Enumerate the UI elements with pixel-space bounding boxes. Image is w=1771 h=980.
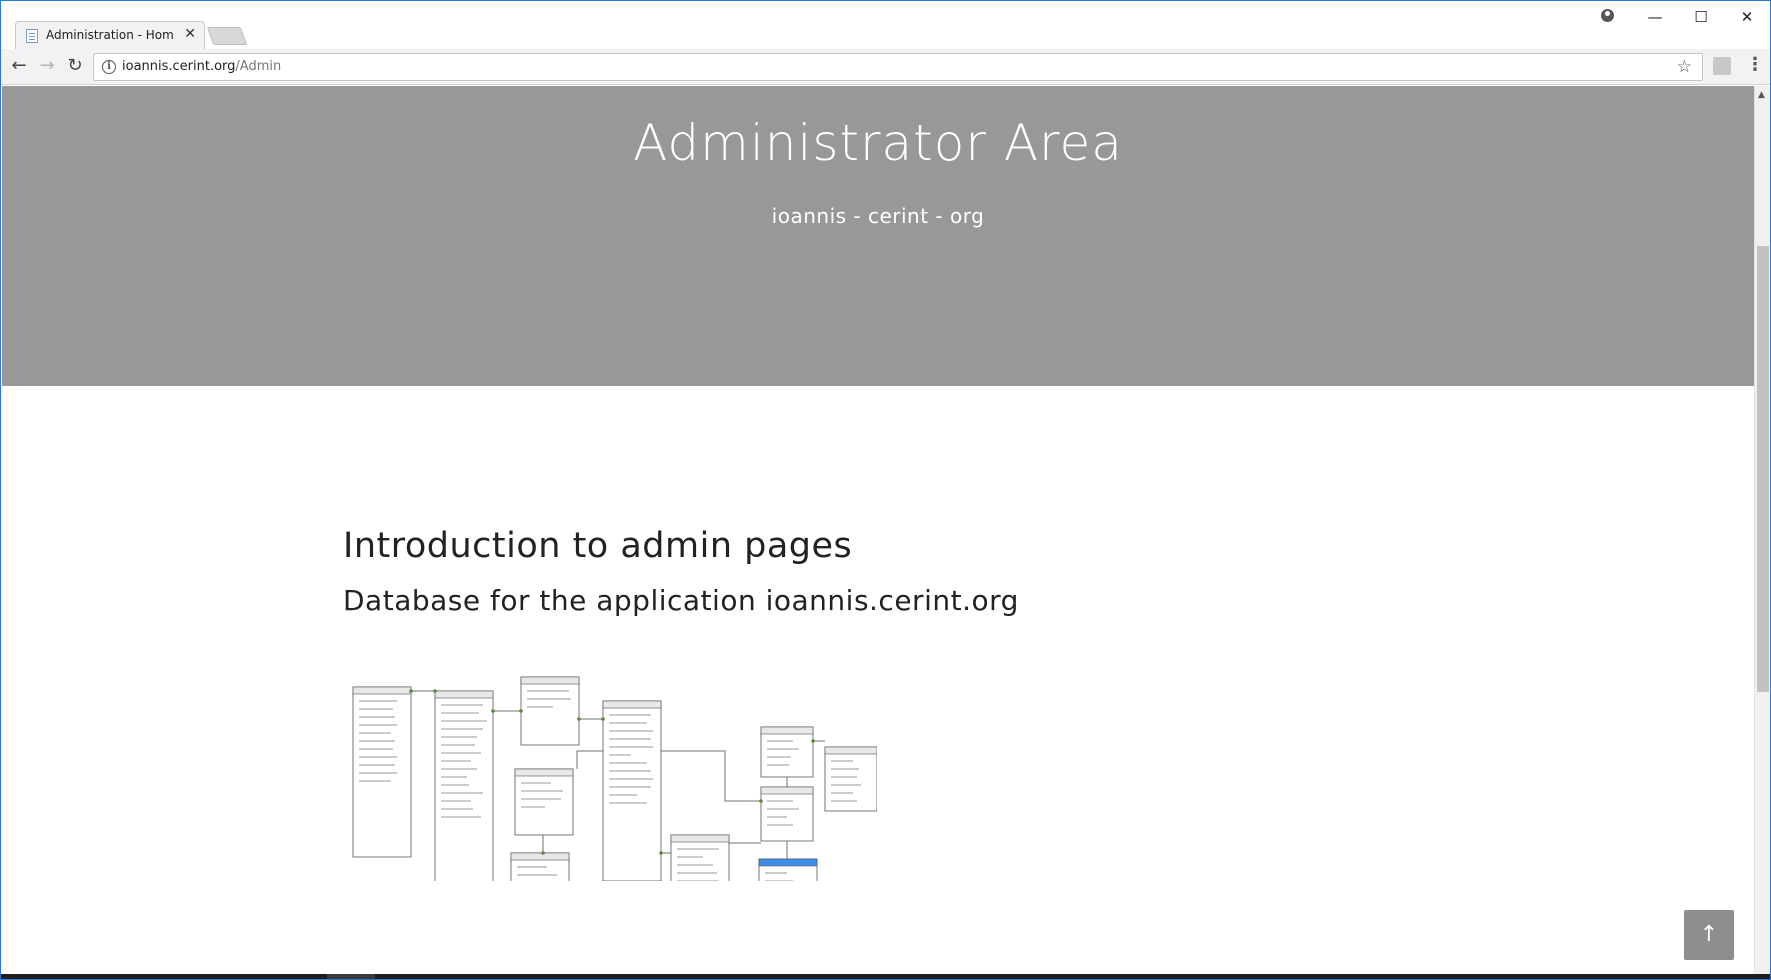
page-icon bbox=[26, 29, 38, 43]
profile-icon[interactable] bbox=[1601, 9, 1614, 22]
url-text[interactable]: ioannis.cerint.org/Admin bbox=[122, 59, 281, 74]
db-table bbox=[760, 726, 814, 778]
db-table bbox=[514, 768, 574, 836]
db-table bbox=[434, 690, 494, 881]
scrollbar-thumb[interactable] bbox=[1757, 246, 1769, 692]
scroll-up-arrow-icon[interactable]: ▲ bbox=[1758, 90, 1765, 100]
extension-icon[interactable] bbox=[1713, 57, 1731, 75]
hero-banner: Administrator Area ioannis - cerint - or… bbox=[2, 86, 1754, 386]
bookmark-star-icon[interactable]: ☆ bbox=[1677, 57, 1692, 77]
browser-tab[interactable]: Administration - Home - ✕ bbox=[15, 21, 205, 49]
tab-title: Administration - Home - bbox=[46, 28, 174, 42]
db-table bbox=[352, 686, 412, 858]
taskbar bbox=[1, 974, 1770, 979]
page-scrollbar[interactable]: ▲ bbox=[1754, 86, 1770, 974]
scroll-to-top-button[interactable]: ↑ bbox=[1684, 910, 1734, 960]
browser-toolbar: ← → ↻ i ioannis.cerint.org/Admin ☆ bbox=[1, 49, 1770, 85]
maximize-button[interactable]: ☐ bbox=[1679, 5, 1723, 29]
page-viewport: Administrator Area ioannis - cerint - or… bbox=[2, 86, 1754, 974]
db-table bbox=[760, 786, 814, 842]
close-window-button[interactable]: ✕ bbox=[1725, 5, 1769, 29]
forward-arrow-icon[interactable]: → bbox=[35, 55, 59, 79]
address-bar[interactable]: i ioannis.cerint.org/Admin ☆ bbox=[93, 53, 1703, 81]
page-title: Administrator Area bbox=[633, 114, 1123, 172]
minimize-button[interactable]: — bbox=[1633, 5, 1677, 29]
back-arrow-icon[interactable]: ← bbox=[7, 55, 31, 79]
db-table bbox=[602, 700, 662, 881]
taskbar-item[interactable] bbox=[327, 974, 375, 979]
reload-icon[interactable]: ↻ bbox=[63, 55, 87, 79]
intro-heading: Introduction to admin pages bbox=[343, 526, 853, 566]
new-tab-button[interactable] bbox=[206, 27, 248, 45]
database-diagram-image bbox=[352, 676, 877, 881]
db-table bbox=[520, 676, 580, 746]
site-info-icon[interactable]: i bbox=[102, 60, 116, 74]
browser-window: Administration - Home - ✕ — ☐ ✕ ← → ↻ i … bbox=[0, 0, 1771, 980]
close-tab-icon[interactable]: ✕ bbox=[184, 26, 196, 42]
page-subtitle: ioannis - cerint - org bbox=[771, 204, 985, 228]
title-bar: Administration - Home - ✕ — ☐ ✕ bbox=[1, 1, 1770, 49]
browser-menu-icon[interactable]: ⋮ bbox=[1746, 56, 1764, 75]
